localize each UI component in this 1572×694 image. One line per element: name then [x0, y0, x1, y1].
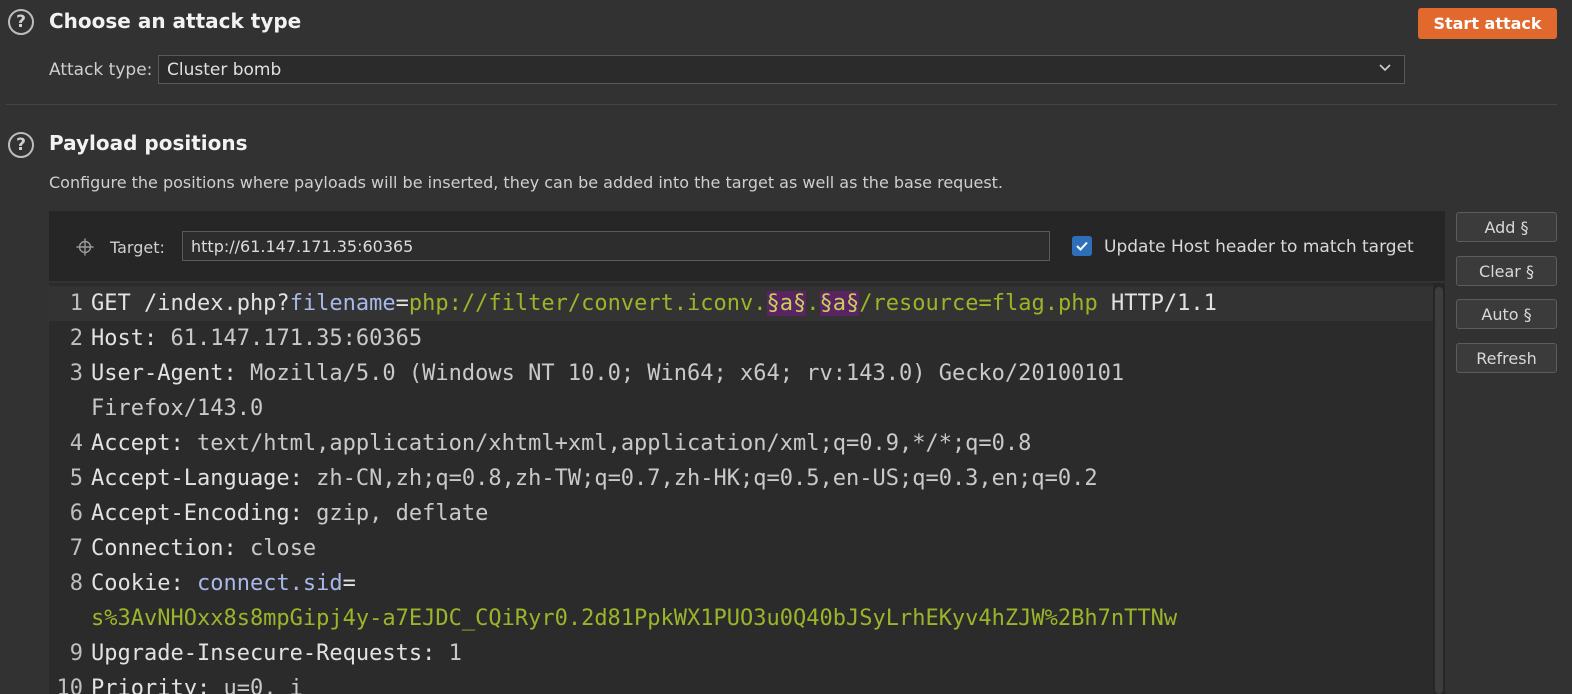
header-line-wrap: Firefox/143.0 [91, 396, 264, 421]
crosshair-icon [76, 238, 94, 256]
target-input[interactable]: http://61.147.171.35:60365 [182, 231, 1050, 261]
line-number: 5 [69, 466, 83, 491]
header-line: Accept: text/html,application/xhtml+xml,… [91, 431, 1032, 456]
header-line-wrap: s%3AvNHOxx8s8mpGipj4y-a7EJDC_CQiRyr0.2d8… [91, 601, 1177, 636]
clear-markers-button[interactable]: Clear § [1456, 256, 1557, 286]
payload-positions-title: Payload positions [49, 131, 248, 155]
line-number: 3 [69, 361, 83, 386]
header-line: Priority: u=0, i [91, 676, 303, 694]
start-attack-button[interactable]: Start attack [1418, 8, 1557, 39]
question-circle-icon[interactable]: ? [8, 132, 34, 158]
auto-markers-button[interactable]: Auto § [1456, 299, 1557, 329]
add-marker-button[interactable]: Add § [1456, 212, 1557, 242]
header-line: Host: 61.147.171.35:60365 [91, 326, 423, 351]
line-number: 9 [69, 641, 83, 666]
refresh-button[interactable]: Refresh [1456, 343, 1557, 373]
check-icon [1076, 241, 1088, 251]
header-line: Cookie: connect.sid= [91, 571, 356, 596]
line-number: 6 [69, 501, 83, 526]
header-line: Upgrade-Insecure-Requests: 1 [91, 641, 462, 666]
question-circle-icon[interactable]: ? [8, 9, 34, 35]
cookie-name: connect.sid [196, 571, 343, 596]
line-number: 10 [56, 676, 84, 694]
header-line: User-Agent: Mozilla/5.0 (Windows NT 10.0… [91, 361, 1125, 386]
editor-scroll-thumb[interactable] [1435, 287, 1443, 694]
update-host-checkbox[interactable] [1072, 236, 1092, 256]
payload-marker[interactable]: §a§ [766, 291, 807, 316]
header-line: Accept-Encoding: gzip, deflate [91, 501, 489, 526]
param-value: php://filter/convert.iconv. [408, 291, 767, 316]
param-name: filename [289, 291, 396, 316]
target-label: Target: [110, 238, 165, 257]
line-number: 8 [69, 571, 83, 596]
request-line: GET /index.php?filename=php://filter/con… [91, 291, 1217, 316]
line-number: 1 [69, 291, 83, 316]
line-number: 2 [69, 326, 83, 351]
payload-marker[interactable]: §a§ [819, 291, 860, 316]
attack-type-value: Cluster bomb [167, 60, 282, 80]
payload-positions-description: Configure the positions where payloads w… [49, 173, 1004, 192]
header-line: Accept-Language: zh-CN,zh;q=0.8,zh-TW;q=… [91, 466, 1098, 491]
line-number: 4 [69, 431, 83, 456]
line-number: 7 [69, 536, 83, 561]
section-divider [6, 104, 1557, 105]
chevron-down-icon [1379, 64, 1391, 72]
cookie-value: s%3AvNHOxx8s8mpGipj4y-a7EJDC_CQiRyr0.2d8… [91, 606, 1178, 631]
header-line: Connection: close [91, 536, 317, 561]
attack-type-title: Choose an attack type [49, 9, 302, 33]
request-editor[interactable]: 1 GET /index.php?filename=php://filter/c… [49, 283, 1433, 694]
attack-type-select[interactable]: Cluster bomb [158, 55, 1405, 84]
update-host-label[interactable]: Update Host header to match target [1104, 237, 1414, 257]
attack-type-label: Attack type: [49, 60, 153, 80]
